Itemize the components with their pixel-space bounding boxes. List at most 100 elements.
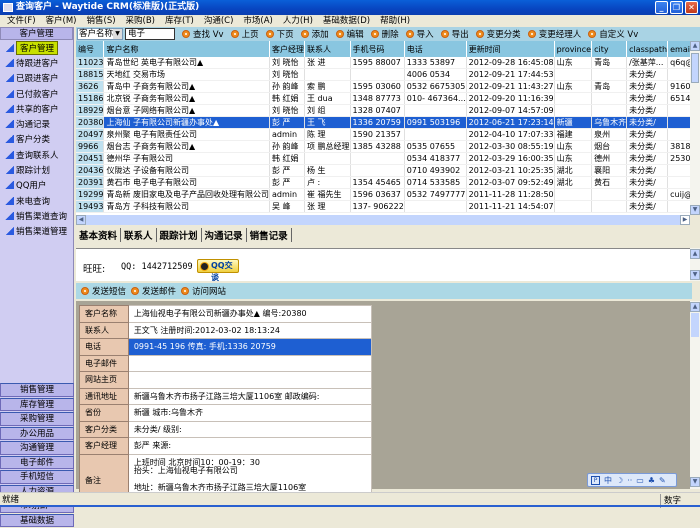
detail-scrollbar[interactable]: ▲ ▼ (690, 301, 700, 489)
action-button[interactable]: 访问网站 (181, 285, 226, 297)
table-row[interactable]: 9966 烟台志 子商务有限公司▲ 孙 韵峰项 鹏总经理 1385 43288 0535… (76, 140, 690, 154)
table-row[interactable]: 11023 青岛世纪 英电子有限公司▲ 刘 晓怡张 进 1595 88007 1333 … (76, 57, 690, 70)
toolbar-button[interactable]: 编辑 (335, 28, 364, 40)
column-header[interactable]: 客户名称 (103, 41, 270, 57)
sidebar-category[interactable]: 销售管理 (0, 383, 74, 397)
menu-item[interactable]: 库存(T) (160, 15, 199, 27)
ime-button-icon[interactable]: ✎ (659, 476, 666, 485)
toolbar-button[interactable]: 上页 (230, 28, 259, 40)
sidebar-item[interactable]: QQ用户 (0, 178, 73, 193)
column-header[interactable]: province (554, 41, 593, 57)
ime-button-icon[interactable]: ·· (627, 476, 632, 485)
detail-row[interactable]: 联系人 王文飞 注册时间:2012-03-02 18:13:24 (79, 321, 373, 339)
sidebar-category[interactable]: 基础数据 (0, 513, 74, 527)
table-row[interactable]: 18929 烟台意 子网络有限公司▲ 刘 晓怡刘 组 1328 07407 2012-0… (76, 104, 690, 118)
ime-button-icon[interactable]: ☽ (616, 476, 623, 485)
toolbar-button[interactable]: 导出 (440, 28, 469, 40)
grid-vertical-scrollbar[interactable]: ▲ ▼ (690, 41, 700, 215)
detail-row[interactable]: 客户经理 彭严 来源: (79, 437, 373, 455)
contact-scrollbar[interactable]: ▲ ▼ (690, 248, 700, 281)
sidebar-item[interactable]: 已付款客户 (0, 86, 73, 101)
scroll-up-icon[interactable]: ▲ (690, 302, 700, 312)
table-row[interactable]: 15186 北京锐 子商务有限公司▲ 韩 红娟王 dua 1348 87773 010-… (76, 92, 690, 106)
toolbar-button[interactable]: 导入 (405, 28, 434, 40)
column-header[interactable]: email (667, 41, 690, 57)
sidebar-item[interactable]: 跟踪计划 (0, 162, 73, 177)
sidebar-item[interactable]: 客户管理 (0, 40, 73, 55)
table-row[interactable]: 20436 仪陇达 子设备有限公司彭 严杨 生 0710 493902 2012-03… (76, 164, 690, 178)
sidebar-header[interactable]: 客户管理 (0, 27, 73, 40)
sidebar-item[interactable]: 来电查询 (0, 193, 73, 208)
sidebar-category[interactable]: 采购管理 (0, 412, 74, 426)
scroll-down-icon[interactable]: ▼ (690, 205, 700, 215)
menu-item[interactable]: 采购(B) (121, 15, 160, 27)
sidebar-category[interactable]: 沟通管理 (0, 441, 74, 455)
scroll-thumb[interactable] (691, 313, 699, 337)
menu-item[interactable]: 文件(F) (2, 15, 41, 27)
grid-horizontal-scrollbar[interactable]: ◀ ▶ (76, 215, 690, 225)
action-button[interactable]: 发送短信 (81, 285, 126, 297)
column-header[interactable]: city (591, 41, 628, 57)
toolbar-button[interactable]: 变更经理人 (527, 28, 581, 40)
table-row[interactable]: 19299 青岛新 废旧家电及电子产品回收处理有限公司 admin 崔 福先生 1596… (76, 188, 690, 202)
column-header[interactable]: 联系人 (304, 41, 351, 57)
sidebar-item[interactable]: 共享的客户 (0, 101, 73, 116)
table-row[interactable]: 20497 泉州聚 电子有限责任公司 admin 陈 理 1590 21357 2012-… (76, 128, 690, 142)
table-row[interactable]: 3626 青岛中 子商务有限公司▲ 孙 韵峰索 鹏 1595 03060 0532 66… (76, 80, 690, 94)
sidebar-item[interactable]: 沟通记录 (0, 116, 73, 131)
field-select[interactable]: 客户名称 ▼ (77, 28, 123, 40)
close-button[interactable]: ✕ (685, 1, 698, 14)
sidebar-item[interactable]: 查询联系人 (0, 147, 73, 162)
detail-tab[interactable]: 沟通记录 (202, 228, 247, 242)
menu-item[interactable]: 沟通(C) (199, 15, 239, 27)
column-header[interactable]: 更新时间 (466, 41, 555, 57)
column-header[interactable]: 编号 (76, 41, 105, 57)
detail-row[interactable]: 电话 0991-45 196 传真: 手机:1336 20759 (79, 338, 373, 356)
sidebar-item[interactable]: 待跟进客户 (0, 55, 73, 70)
toolbar-button[interactable]: 自定义 Vv (588, 28, 638, 40)
scroll-down-icon[interactable]: ▼ (690, 270, 700, 280)
minimize-button[interactable]: _ (655, 1, 668, 14)
search-input[interactable]: 电子 (125, 28, 175, 40)
detail-row[interactable]: 省份 新疆 城市:乌鲁木齐 (79, 404, 373, 422)
scroll-down-icon[interactable]: ▼ (690, 477, 700, 487)
toolbar-button[interactable]: 添加 (300, 28, 329, 40)
menu-item[interactable]: 基础数据(D) (318, 15, 375, 27)
sidebar-category[interactable]: 电子邮件 (0, 455, 74, 469)
column-header[interactable]: 手机号码 (350, 41, 405, 57)
ime-toolbar[interactable]: P 中 ☽ ·· ▭ ♣ ✎ (587, 473, 677, 487)
detail-row[interactable]: 电子邮件 (79, 354, 373, 372)
table-row[interactable]: 20391 黄石市 电子电子有限公司彭 严卢 :1354 45465 0714 53… (76, 176, 690, 190)
table-row[interactable]: 19493 青岛方 子科技有限公司吴 峰张 理 137- 906222 2011-11… (76, 200, 690, 214)
menu-item[interactable]: 市场(A) (238, 15, 277, 27)
detail-tab[interactable]: 联系人 (121, 228, 157, 242)
column-header[interactable]: 电话 (404, 41, 467, 57)
sidebar-item[interactable]: 销售渠道管理 (0, 224, 73, 239)
scroll-thumb[interactable] (691, 53, 699, 83)
menu-item[interactable]: 销售(S) (82, 15, 121, 27)
scroll-up-icon[interactable]: ▲ (690, 249, 700, 259)
scroll-right-icon[interactable]: ▶ (680, 215, 690, 225)
menu-item[interactable]: 人力(H) (278, 15, 318, 27)
detail-row[interactable]: 网站主页 (79, 371, 373, 389)
toolbar-button[interactable]: 下页 (265, 28, 294, 40)
detail-tab[interactable]: 基本资料 (76, 228, 122, 242)
toolbar-button[interactable]: 查找 Vv (182, 28, 224, 40)
scroll-left-icon[interactable]: ◀ (76, 215, 86, 225)
sidebar-category[interactable]: 手机短信 (0, 470, 74, 484)
sidebar-item[interactable]: 已跟进客户 (0, 71, 73, 86)
ime-button-icon[interactable]: ♣ (648, 476, 655, 485)
detail-row[interactable]: 客户名称 上海仙视电子有限公司新疆办事处▲ 编号:20380 (79, 305, 373, 323)
sidebar-item[interactable]: 客户分类 (0, 132, 73, 147)
sidebar-category[interactable]: 库存管理 (0, 397, 74, 411)
detail-row[interactable]: 通讯地址 新疆乌鲁木齐市扬子江路三培大厦1106室 邮政编码: (79, 387, 373, 405)
sidebar-item[interactable]: 销售渠道查询 (0, 208, 73, 223)
sidebar-category[interactable]: 办公用品 (0, 426, 74, 440)
detail-row[interactable]: 客户分类 未分类/ 级别: (79, 420, 373, 438)
table-row[interactable]: 18815 天地红 交易市场刘 晓怡 4006 0534 2012-09-21 17:… (76, 68, 690, 82)
action-button[interactable]: 发送邮件 (131, 285, 176, 297)
toolbar-button[interactable]: 变更分类 (475, 28, 521, 40)
detail-tab[interactable]: 销售记录 (247, 228, 292, 242)
qq-chat-button[interactable]: QQ交谈 (197, 259, 239, 282)
table-row[interactable]: 20380 上海仙 子有限公司新疆办事处▲ 彭 严王 飞 1336 20759 0991… (76, 116, 690, 130)
